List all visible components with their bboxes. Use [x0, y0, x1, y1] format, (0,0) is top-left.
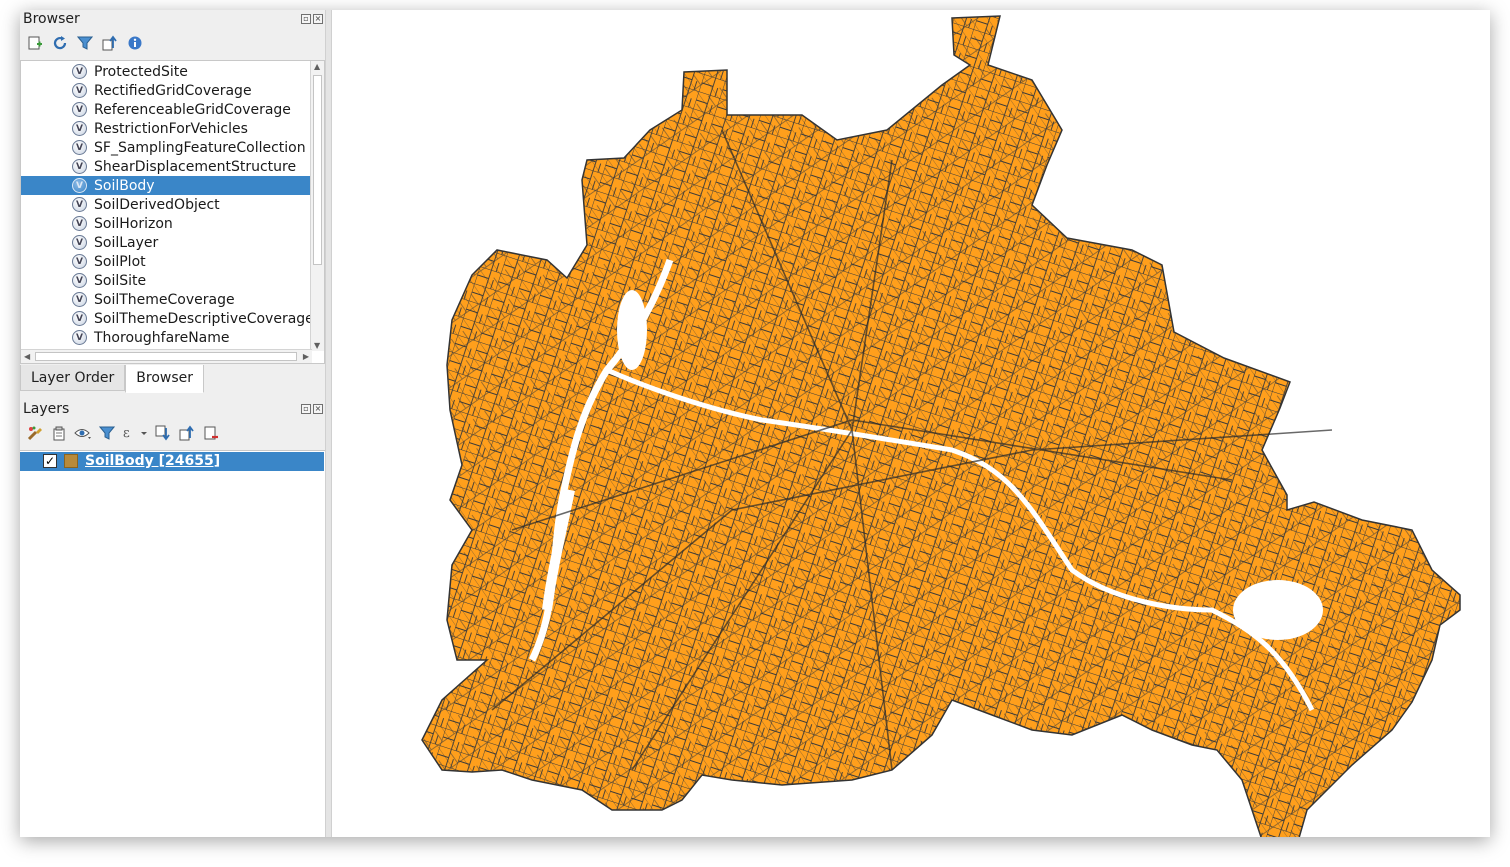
layer-row-soilbody[interactable]: ✓ SoilBody [24655] [20, 452, 324, 471]
tree-item-restrictionforvehicles[interactable]: V RestrictionForVehicles [21, 119, 311, 138]
dock-tabs: Layer Order Browser [20, 365, 205, 393]
tree-item-referenceablegridcoverage[interactable]: V ReferenceableGridCoverage [21, 100, 311, 119]
wfs-layer-icon: V [72, 292, 87, 307]
tree-item-label: SoilThemeCoverage [94, 291, 235, 308]
close-panel-button[interactable]: × [313, 404, 323, 414]
layer-visibility-checkbox[interactable]: ✓ [43, 454, 57, 468]
wfs-layer-icon: V [72, 83, 87, 98]
tree-item-label: SoilBody [94, 177, 155, 194]
remove-layer-icon[interactable] [202, 424, 220, 442]
filter-legend-icon[interactable] [98, 424, 116, 442]
tree-item-soilsite[interactable]: V SoilSite [21, 271, 311, 290]
browser-tree[interactable]: V ProtectedSite V RectifiedGridCoverage V Ref… [20, 60, 325, 364]
layers-panel-title: Layers [23, 401, 70, 417]
layer-symbol-swatch [64, 454, 78, 468]
tree-item-label: RestrictionForVehicles [94, 120, 248, 137]
tree-item-label: RectifiedGridCoverage [94, 82, 252, 99]
tree-item-sheardisplacementstructure[interactable]: V ShearDisplacementStructure [21, 157, 311, 176]
tree-item-protectedsite[interactable]: V ProtectedSite [21, 62, 311, 81]
tab-browser[interactable]: Browser [125, 365, 205, 393]
vertical-scrollbar[interactable]: ▲ ▼ [310, 61, 324, 351]
wfs-layer-icon: V [72, 197, 87, 212]
tree-item-label: SoilPlot [94, 253, 146, 270]
map-canvas[interactable] [332, 10, 1490, 837]
layers-toolbar: ε [26, 424, 220, 442]
tree-item-sf-samplingfeaturecollection[interactable]: V SF_SamplingFeatureCollection [21, 138, 311, 157]
wfs-layer-icon: V [72, 64, 87, 79]
tree-item-soilthemedescriptivecoverage[interactable]: V SoilThemeDescriptiveCoverage [21, 309, 314, 328]
tree-item-rectifiedgridcoverage[interactable]: V RectifiedGridCoverage [21, 81, 311, 100]
tree-item-label: SoilHorizon [94, 215, 173, 232]
wfs-layer-icon: V [72, 216, 87, 231]
wfs-layer-icon: V [72, 311, 87, 326]
add-group-icon[interactable] [50, 424, 68, 442]
filter-icon[interactable] [76, 34, 94, 52]
dock-splitter[interactable] [325, 10, 332, 837]
qgis-window: Browser ▫ × V ProtectedSite V RectifiedGrid [20, 10, 1490, 837]
tree-item-soilbody[interactable]: V SoilBody [21, 176, 311, 195]
expand-all-icon[interactable] [154, 424, 172, 442]
browser-panel-title: Browser [23, 11, 80, 27]
tree-item-label: ReferenceableGridCoverage [94, 101, 291, 118]
style-manager-icon[interactable] [26, 424, 44, 442]
wfs-layer-icon: V [72, 121, 87, 136]
filter-expression-icon[interactable]: ε [122, 424, 148, 442]
close-panel-button[interactable]: × [313, 14, 323, 24]
wfs-layer-icon: V [72, 178, 87, 193]
scroll-down-icon[interactable]: ▼ [314, 341, 320, 350]
tree-item-label: SoilDerivedObject [94, 196, 220, 213]
float-panel-button[interactable]: ▫ [301, 404, 311, 414]
wfs-layer-icon: V [72, 159, 87, 174]
tree-item-label: SoilLayer [94, 234, 159, 251]
tab-layer-order[interactable]: Layer Order [20, 365, 126, 391]
tree-item-soillayer[interactable]: V SoilLayer [21, 233, 311, 252]
tree-item-soilthemecoverage[interactable]: V SoilThemeCoverage [21, 290, 311, 309]
wfs-layer-icon: V [72, 235, 87, 250]
map-svg [421, 15, 1461, 837]
float-panel-button[interactable]: ▫ [301, 14, 311, 24]
wfs-layer-icon: V [72, 273, 87, 288]
layers-tree[interactable]: ✓ SoilBody [24655] [20, 450, 325, 837]
vertical-scroll-thumb[interactable] [313, 75, 322, 265]
add-layer-icon[interactable] [26, 34, 44, 52]
horizontal-scrollbar[interactable]: ◀ ▶ [21, 349, 312, 363]
tree-item-soilplot[interactable]: V SoilPlot [21, 252, 311, 271]
svg-text:ε: ε [123, 426, 130, 441]
tree-item-label: ShearDisplacementStructure [94, 158, 297, 175]
tree-item-label: ThoroughfareName [94, 329, 230, 346]
browser-toolbar [26, 34, 144, 52]
visibility-icon[interactable] [74, 424, 92, 442]
layers-panel-controls: ▫ × [301, 404, 323, 414]
scroll-up-icon[interactable]: ▲ [314, 62, 320, 71]
browser-panel-controls: ▫ × [301, 14, 323, 24]
tree-item-thoroughfarename[interactable]: V ThoroughfareName [21, 328, 311, 347]
tree-item-label: SoilSite [94, 272, 147, 289]
left-dock: Browser ▫ × V ProtectedSite V RectifiedGrid [20, 10, 325, 837]
layer-name: SoilBody [24655] [85, 453, 221, 469]
refresh-icon[interactable] [51, 34, 69, 52]
soilbody-polygons [421, 15, 1461, 837]
collapse-all-icon[interactable] [178, 424, 196, 442]
collapse-all-icon[interactable] [101, 34, 119, 52]
tree-item-label: SoilThemeDescriptiveCoverage [94, 310, 314, 327]
scroll-right-icon[interactable]: ▶ [303, 352, 309, 361]
wfs-layer-icon: V [72, 254, 87, 269]
tree-item-label: ProtectedSite [94, 63, 188, 80]
wfs-layer-icon: V [72, 140, 87, 155]
horizontal-scroll-thumb[interactable] [35, 352, 297, 361]
scroll-left-icon[interactable]: ◀ [24, 352, 30, 361]
tree-item-label: SF_SamplingFeatureCollection [94, 139, 306, 156]
tree-item-soilhorizon[interactable]: V SoilHorizon [21, 214, 311, 233]
info-icon[interactable] [126, 34, 144, 52]
wfs-layer-icon: V [72, 102, 87, 117]
wfs-layer-icon: V [72, 330, 87, 345]
tree-item-soilderivedobject[interactable]: V SoilDerivedObject [21, 195, 311, 214]
